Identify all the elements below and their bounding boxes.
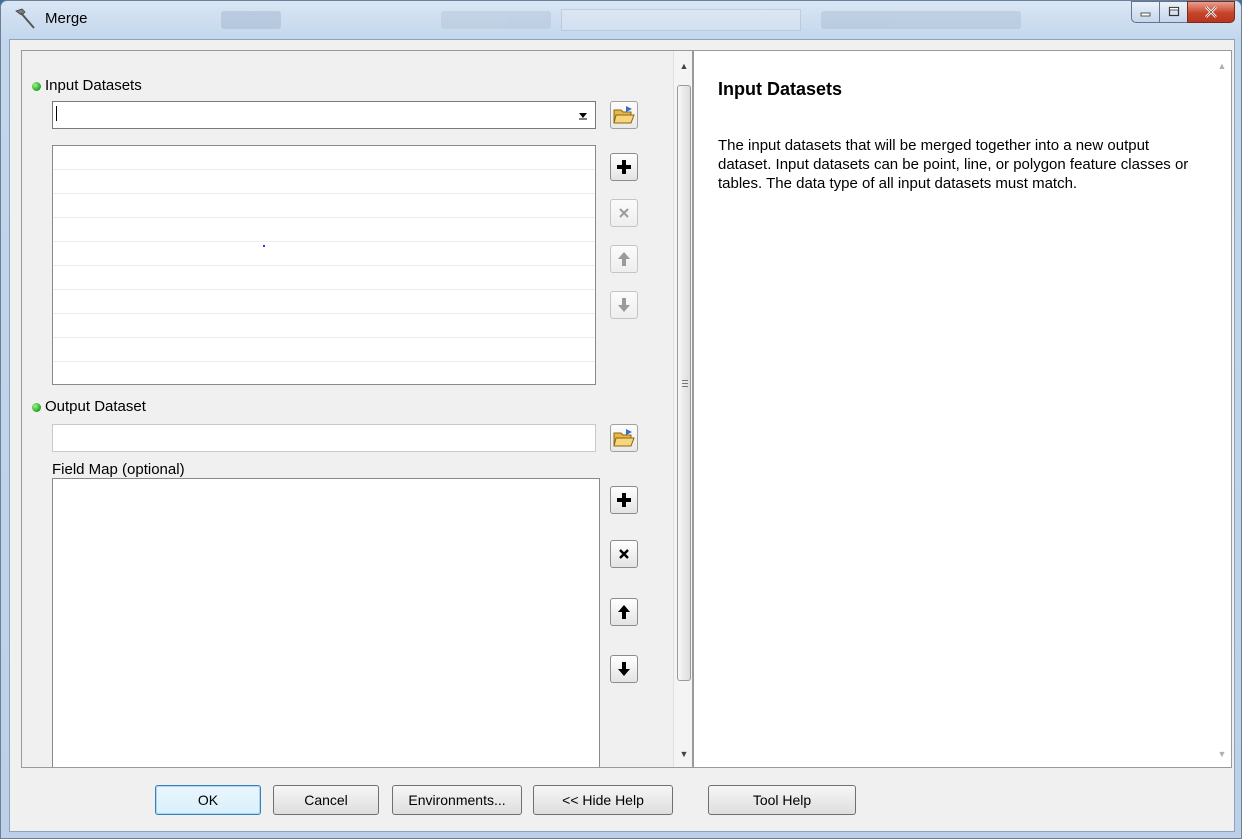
delete-x-icon <box>619 549 629 559</box>
browse-output-button[interactable] <box>610 424 638 452</box>
parameters-pane: Input Datasets Output Dataset Field Map … <box>21 50 693 768</box>
plus-icon <box>617 493 631 507</box>
minimize-button[interactable] <box>1131 1 1159 23</box>
input-datasets-combobox[interactable] <box>52 101 596 129</box>
tool-help-button[interactable]: Tool Help <box>708 785 856 815</box>
arrow-down-icon <box>618 298 630 312</box>
hammer-icon <box>15 8 35 29</box>
add-field-button[interactable] <box>610 486 638 514</box>
delete-x-icon <box>619 208 629 218</box>
field-map-list[interactable] <box>52 478 600 767</box>
list-item[interactable] <box>53 194 595 218</box>
ok-button[interactable]: OK <box>155 785 261 815</box>
browse-input-button[interactable] <box>610 101 638 129</box>
help-pane: Input Datasets The input datasets that w… <box>693 50 1232 768</box>
output-dataset-field[interactable] <box>52 424 596 452</box>
list-item[interactable] <box>53 218 595 242</box>
help-title: Input Datasets <box>718 79 843 99</box>
environments-button[interactable]: Environments... <box>392 785 522 815</box>
move-up-input-button[interactable] <box>610 245 638 273</box>
arrow-down-icon <box>618 662 630 676</box>
input-datasets-list[interactable] <box>52 145 596 385</box>
list-item[interactable] <box>53 314 595 338</box>
background-toolbar-ghost <box>221 7 1081 33</box>
move-down-field-button[interactable] <box>610 655 638 683</box>
list-item[interactable] <box>53 146 595 170</box>
delete-field-button[interactable] <box>610 540 638 568</box>
window-title: Merge <box>45 10 88 27</box>
list-item[interactable] <box>53 266 595 290</box>
dialog-client-area: Input Datasets Output Dataset Field Map … <box>9 39 1235 832</box>
focus-dot <box>263 245 265 247</box>
scroll-down-icon[interactable]: ▼ <box>1213 745 1231 763</box>
hide-help-button[interactable]: << Hide Help <box>533 785 673 815</box>
move-down-input-button[interactable] <box>610 291 638 319</box>
title-bar[interactable]: Merge <box>1 1 1241 39</box>
maximize-button[interactable] <box>1159 1 1187 23</box>
add-input-button[interactable] <box>610 153 638 181</box>
help-description: The input datasets that will be merged t… <box>718 137 1189 192</box>
close-button[interactable] <box>1187 1 1235 23</box>
output-dataset-label: Output Dataset <box>45 398 146 415</box>
chevron-down-icon[interactable] <box>575 105 591 125</box>
open-folder-icon <box>613 106 635 124</box>
text-cursor <box>56 106 57 121</box>
scroll-up-icon[interactable]: ▲ <box>674 57 692 75</box>
scroll-up-icon[interactable]: ▲ <box>1213 57 1231 75</box>
cancel-button[interactable]: Cancel <box>273 785 379 815</box>
arrow-up-icon <box>618 252 630 266</box>
help-scrollbar[interactable]: ▲ ▼ <box>1213 51 1231 767</box>
arrow-up-icon <box>618 605 630 619</box>
required-indicator-icon <box>32 82 41 91</box>
scrollbar-thumb[interactable] <box>677 85 691 681</box>
list-item[interactable] <box>53 242 595 266</box>
merge-tool-window: Merge Input Datasets Output Dataset Fiel… <box>0 0 1242 839</box>
list-item[interactable] <box>53 338 595 362</box>
list-item[interactable] <box>53 170 595 194</box>
field-map-label: Field Map (optional) <box>52 461 185 478</box>
close-icon <box>1205 6 1217 18</box>
maximize-icon <box>1168 6 1179 17</box>
list-item[interactable] <box>53 290 595 314</box>
input-datasets-label: Input Datasets <box>45 77 142 94</box>
remove-input-button[interactable] <box>610 199 638 227</box>
move-up-field-button[interactable] <box>610 598 638 626</box>
parameters-scrollbar[interactable]: ▲ ▼ <box>673 51 692 767</box>
minimize-icon <box>1140 12 1150 17</box>
window-controls <box>1131 1 1235 23</box>
plus-icon <box>617 160 631 174</box>
open-folder-icon <box>613 429 635 447</box>
scroll-down-icon[interactable]: ▼ <box>674 745 692 763</box>
required-indicator-icon <box>32 403 41 412</box>
